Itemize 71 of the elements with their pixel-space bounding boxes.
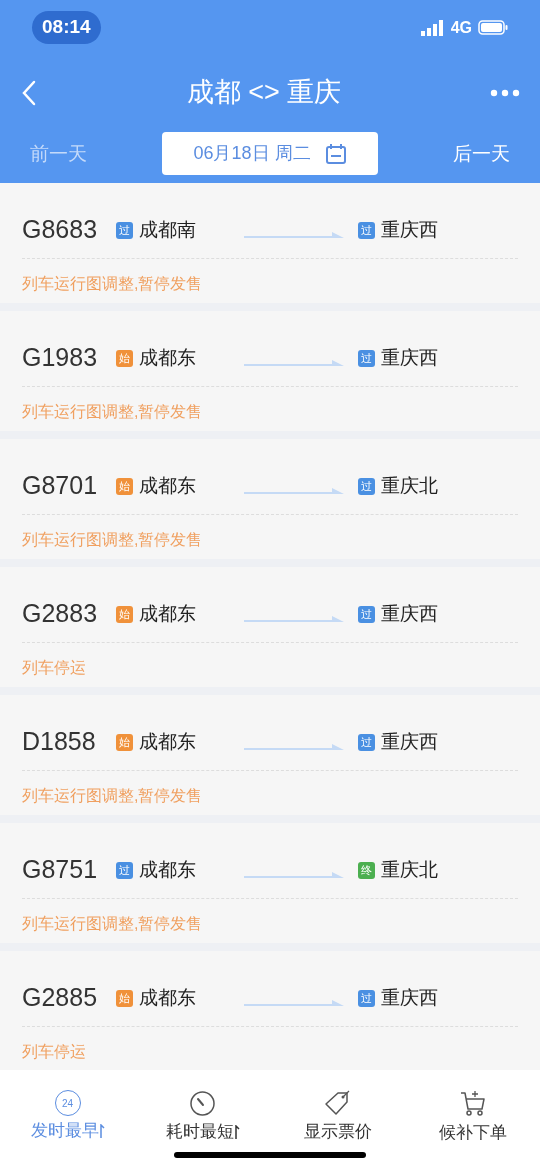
train-number: G8701 <box>22 470 99 502</box>
station-name: 重庆西 <box>381 217 438 242</box>
status-note: 列车运行图调整,暂停发售 <box>22 530 203 550</box>
route-title: 成都 <> 重庆 <box>186 76 342 110</box>
station-badge: 终 <box>358 861 375 879</box>
timer-icon <box>189 1090 216 1117</box>
station-name: 重庆西 <box>381 729 438 754</box>
status-note: 列车运行图调整,暂停发售 <box>22 402 203 422</box>
status-note: 列车停运 <box>22 1042 86 1062</box>
more-icon[interactable] <box>490 88 520 97</box>
station-badge: 始 <box>116 733 133 751</box>
network-label: 4G <box>450 17 472 38</box>
arrow-icon <box>244 487 344 497</box>
status-note: 列车运行图调整,暂停发售 <box>22 274 203 294</box>
station-badge: 过 <box>358 221 375 239</box>
station-badge: 过 <box>116 861 133 879</box>
train-number: G8683 <box>22 214 99 246</box>
train-card[interactable]: G8751 过 成都东 终 重庆北 列车运行图调整,暂停发售 <box>0 823 540 943</box>
sort-tab[interactable]: 候补下单 <box>405 1090 540 1146</box>
arrow-icon <box>244 359 344 369</box>
sort-tab[interactable]: 耗时最短 <box>135 1090 270 1145</box>
station-name: 成都东 <box>139 729 196 754</box>
status-note: 列车停运 <box>22 658 86 678</box>
sort-tab[interactable]: 显示票价 <box>270 1090 405 1145</box>
back-icon[interactable] <box>20 78 38 107</box>
train-card[interactable]: G2885 始 成都东 过 重庆西 列车停运 <box>0 951 540 1070</box>
arrow-icon <box>244 231 344 241</box>
train-number: G1983 <box>22 342 99 374</box>
station-badge: 始 <box>116 349 133 367</box>
arrow-icon <box>244 871 344 881</box>
arrow-icon <box>244 615 344 625</box>
battery-icon <box>478 20 508 35</box>
station-name: 重庆北 <box>381 857 438 882</box>
status-time: 08:14 <box>32 11 101 44</box>
status-note: 列车运行图调整,暂停发售 <box>22 914 203 934</box>
train-card[interactable]: G8701 始 成都东 过 重庆北 列车运行图调整,暂停发售 <box>0 439 540 559</box>
station-name: 成都东 <box>139 473 196 498</box>
station-name: 成都东 <box>139 345 196 370</box>
station-badge: 始 <box>116 605 133 623</box>
station-name: 成都东 <box>139 985 196 1010</box>
arrow-icon <box>244 743 344 753</box>
station-badge: 过 <box>358 477 375 495</box>
station-name: 成都东 <box>139 601 196 626</box>
tag-icon <box>324 1090 351 1117</box>
station-name: 重庆西 <box>381 345 438 370</box>
station-badge: 过 <box>358 733 375 751</box>
arrow-icon <box>244 999 344 1009</box>
train-card[interactable]: G1983 始 成都东 过 重庆西 列车运行图调整,暂停发售 <box>0 311 540 431</box>
station-name: 成都东 <box>139 857 196 882</box>
signal-icon <box>420 19 445 36</box>
calendar-icon <box>324 142 347 165</box>
station-name: 重庆西 <box>381 985 438 1010</box>
train-card[interactable]: D1858 始 成都东 过 重庆西 列车运行图调整,暂停发售 <box>0 695 540 815</box>
status-note: 列车运行图调整,暂停发售 <box>22 786 203 806</box>
train-number: G8751 <box>22 854 99 886</box>
station-badge: 始 <box>116 989 133 1007</box>
station-badge: 过 <box>116 221 133 239</box>
station-name: 成都南 <box>139 217 196 242</box>
station-badge: 始 <box>116 477 133 495</box>
train-number: G2885 <box>22 982 99 1014</box>
train-card[interactable]: G2883 始 成都东 过 重庆西 列车停运 <box>0 567 540 687</box>
station-badge: 过 <box>358 989 375 1007</box>
station-name: 重庆西 <box>381 601 438 626</box>
train-number: G2883 <box>22 598 99 630</box>
train-number: D1858 <box>22 726 97 758</box>
station-badge: 过 <box>358 349 375 367</box>
train-card[interactable]: G8683 过 成都南 过 重庆西 列车运行图调整,暂停发售 <box>0 183 540 303</box>
station-badge: 过 <box>358 605 375 623</box>
date-label: 06月18日 周二 <box>193 142 311 165</box>
cart-icon <box>458 1090 487 1118</box>
station-name: 重庆北 <box>381 473 438 498</box>
